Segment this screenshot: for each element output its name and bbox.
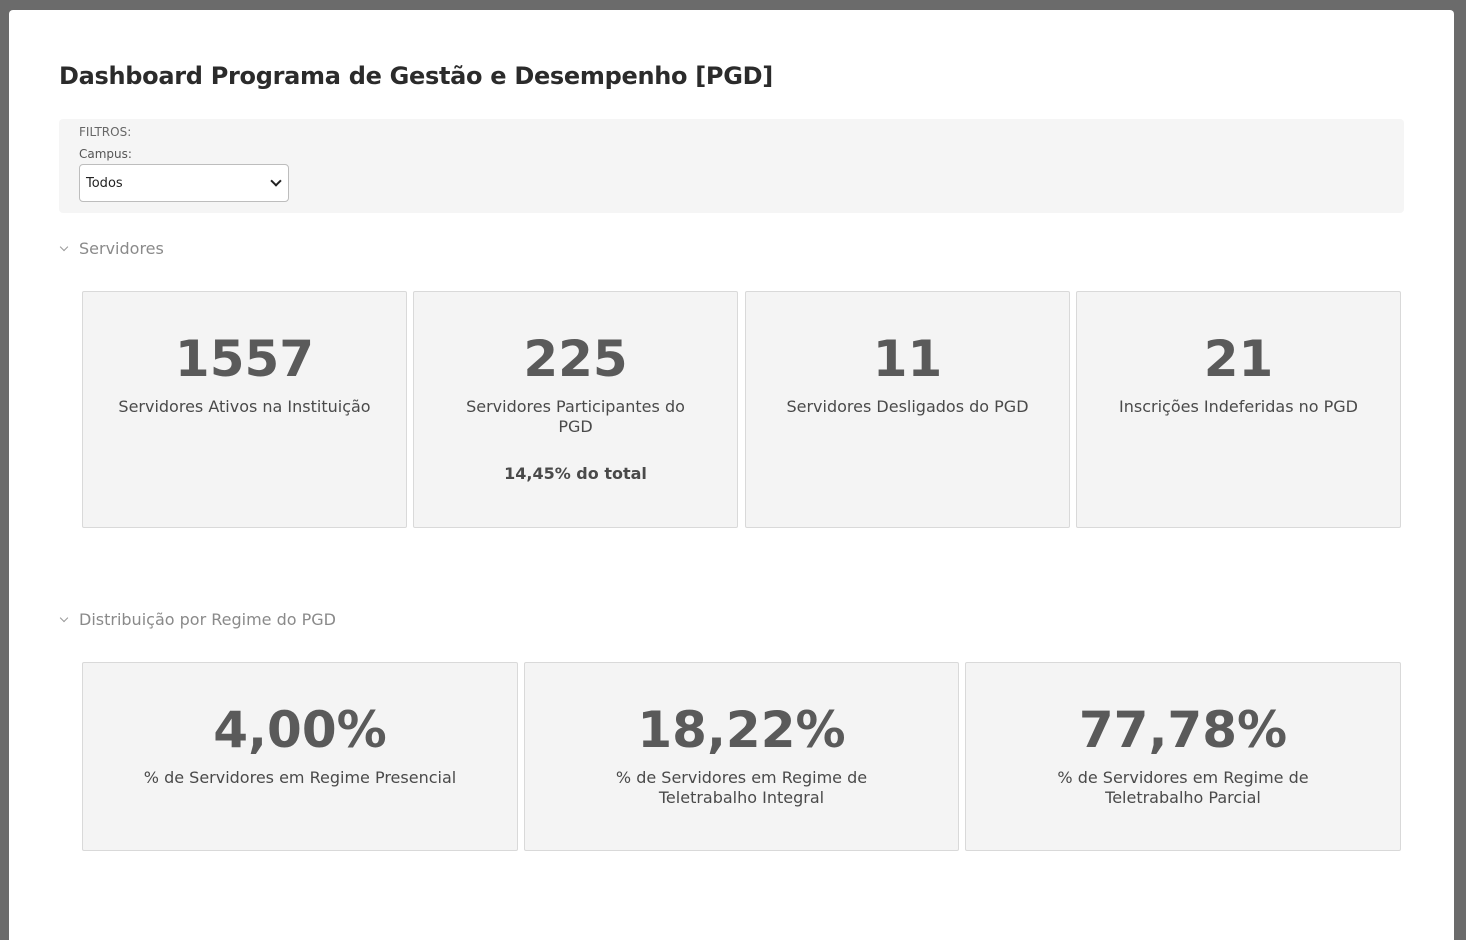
stat-label: Servidores Ativos na Instituição (118, 397, 371, 416)
section-toggle-servidores[interactable]: Servidores (59, 239, 164, 258)
stat-card-servidores-ativos: 1557 Servidores Ativos na Instituição (82, 291, 407, 528)
stat-label: % de Servidores em Regime de Teletrabalh… (615, 768, 868, 807)
chevron-down-icon (59, 242, 69, 251)
stat-label: Inscrições Indeferidas no PGD (1119, 397, 1358, 416)
section-title: Servidores (79, 239, 164, 258)
campus-select-value: Todos (86, 175, 123, 191)
campus-label: Campus: (79, 147, 132, 161)
stat-card-regime-teletrabalho-parcial: 77,78% % de Servidores em Regime de Tele… (965, 662, 1401, 851)
stat-value: 4,00% (213, 701, 387, 759)
stat-value: 11 (872, 330, 943, 388)
stat-value: 18,22% (637, 701, 846, 759)
section-toggle-regime[interactable]: Distribuição por Regime do PGD (59, 610, 336, 629)
stat-label: Servidores Desligados do PGD (786, 397, 1029, 416)
stat-card-servidores-participantes: 225 Servidores Participantes do PGD 14,4… (413, 291, 738, 528)
chevron-down-icon (270, 175, 282, 187)
campus-select[interactable]: Todos (79, 164, 289, 202)
section-title: Distribuição por Regime do PGD (79, 610, 336, 629)
stat-card-inscricoes-indeferidas: 21 Inscrições Indeferidas no PGD (1076, 291, 1401, 528)
page-title: Dashboard Programa de Gestão e Desempenh… (59, 62, 773, 90)
stat-value: 77,78% (1078, 701, 1288, 759)
stat-label: % de Servidores em Regime Presencial (143, 768, 457, 787)
stat-card-regime-presencial: 4,00% % de Servidores em Regime Presenci… (82, 662, 518, 851)
stat-label: Servidores Participantes do PGD (466, 397, 685, 436)
dashboard-window: Dashboard Programa de Gestão e Desempenh… (9, 10, 1454, 940)
stat-card-servidores-desligados: 11 Servidores Desligados do PGD (745, 291, 1070, 528)
filters-heading: FILTROS: (79, 125, 132, 139)
stat-value: 1557 (174, 330, 315, 388)
stat-value: 225 (523, 330, 628, 388)
stat-subtext: 14,45% do total (504, 464, 647, 483)
filters-panel: FILTROS: Campus: Todos (59, 119, 1404, 213)
stat-value: 21 (1203, 330, 1274, 388)
stat-label: % de Servidores em Regime de Teletrabalh… (1057, 768, 1309, 807)
stat-card-regime-teletrabalho-integral: 18,22% % de Servidores em Regime de Tele… (524, 662, 959, 851)
chevron-down-icon (59, 613, 69, 622)
